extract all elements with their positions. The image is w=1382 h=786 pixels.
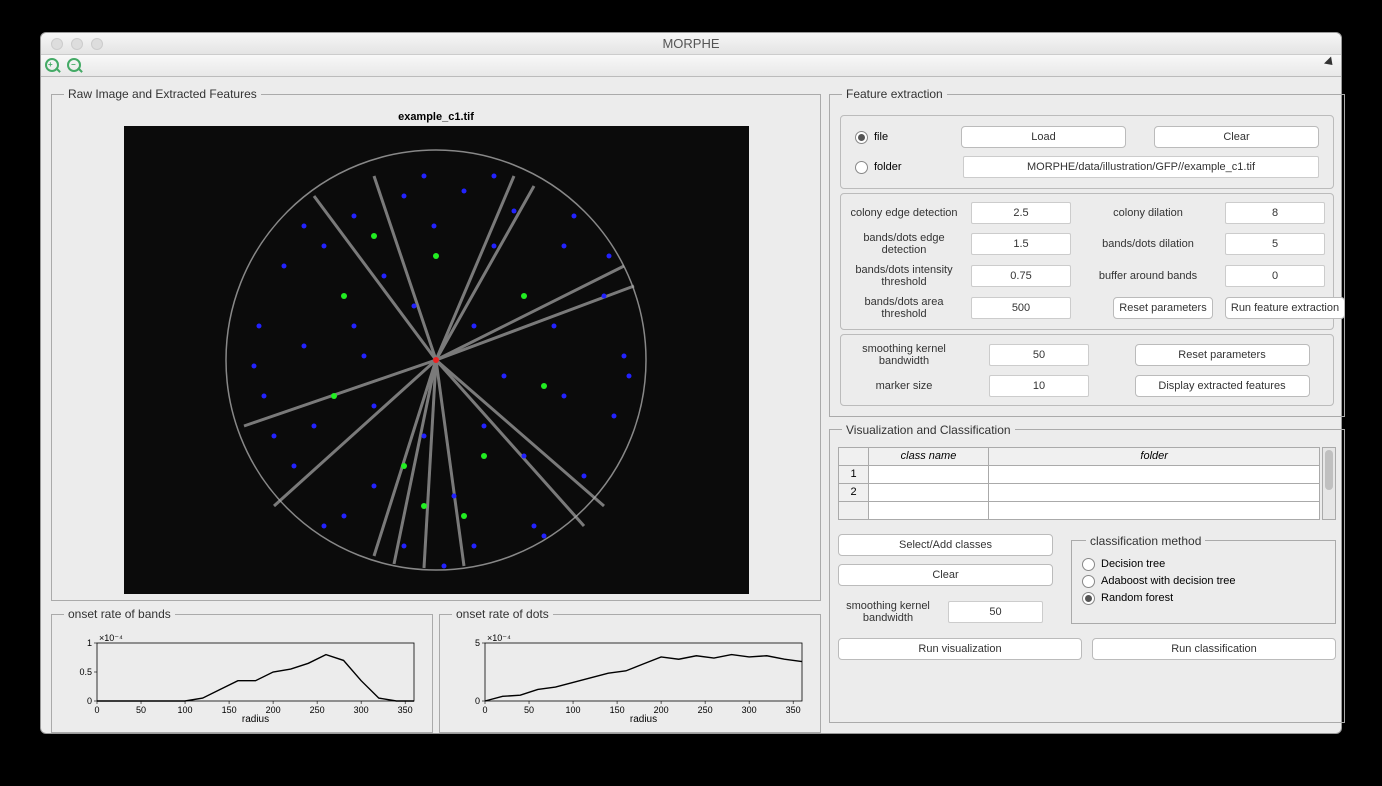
adaboost-radio[interactable]: Adaboost with decision tree [1082, 575, 1325, 588]
clear-button[interactable]: Clear [1154, 126, 1319, 148]
bd-edge-input[interactable] [971, 233, 1071, 255]
load-button[interactable]: Load [961, 126, 1126, 148]
svg-text:1: 1 [87, 638, 92, 648]
table-row [839, 501, 1320, 519]
svg-text:0: 0 [87, 696, 92, 706]
app-window: MORPHE + − Raw Image and Extracted Featu… [40, 32, 1342, 734]
folder-radio-label: folder [874, 161, 902, 173]
bd-intensity-input[interactable] [971, 265, 1071, 287]
svg-text:50: 50 [136, 705, 146, 715]
svg-text:radius: radius [630, 714, 657, 723]
run-extraction-button[interactable]: Run feature extraction [1225, 297, 1345, 319]
marker-label: marker size [849, 380, 959, 392]
raw-image-legend: Raw Image and Extracted Features [64, 87, 261, 101]
svg-text:100: 100 [566, 705, 581, 715]
dots-chart-panel: onset rate of dots 050100150200250300350… [439, 607, 821, 733]
table-row: 2 [839, 483, 1320, 501]
colony-edge-input[interactable] [971, 202, 1071, 224]
bd-dilation-label: bands/dots dilation [1083, 238, 1213, 250]
visualization-panel: Visualization and Classification class n… [829, 423, 1345, 723]
bd-area-input[interactable] [971, 297, 1071, 319]
bd-intensity-label: bands/dots intensity threshold [849, 264, 959, 288]
svg-text:100: 100 [178, 705, 193, 715]
rf-radio[interactable]: Random forest [1082, 592, 1325, 605]
path-input[interactable] [963, 156, 1319, 178]
svg-text:0: 0 [482, 705, 487, 715]
bands-chart-panel: onset rate of bands 05010015020025030035… [51, 607, 433, 733]
svg-text:250: 250 [698, 705, 713, 715]
kernel-label: smoothing kernel bandwidth [849, 343, 959, 367]
svg-text:0: 0 [94, 705, 99, 715]
svg-text:0.5: 0.5 [79, 667, 92, 677]
dots-chart[interactable]: 05010015020025030035005×10⁻⁴radius [448, 631, 812, 723]
svg-text:5: 5 [475, 638, 480, 648]
vis-kernel-label: smoothing kernel bandwidth [838, 600, 938, 624]
bd-area-label: bands/dots area threshold [849, 296, 959, 320]
th-folder: folder [989, 447, 1320, 465]
file-radio[interactable]: file [855, 131, 888, 144]
file-radio-label: file [874, 131, 888, 143]
svg-text:250: 250 [310, 705, 325, 715]
window-title: MORPHE [41, 36, 1341, 51]
run-classification-button[interactable]: Run classification [1092, 638, 1336, 660]
folder-radio[interactable]: folder [855, 161, 902, 174]
classification-method-panel: classification method Decision tree Adab… [1071, 534, 1336, 624]
svg-text:150: 150 [610, 705, 625, 715]
reset-params-button[interactable]: Reset parameters [1113, 297, 1213, 319]
dtree-radio[interactable]: Decision tree [1082, 558, 1325, 571]
clear-classes-button[interactable]: Clear [838, 564, 1053, 586]
th-classname: class name [869, 447, 989, 465]
dots-chart-legend: onset rate of dots [452, 607, 553, 621]
svg-text:50: 50 [524, 705, 534, 715]
visualization-legend: Visualization and Classification [842, 423, 1015, 437]
display-features-button[interactable]: Display extracted features [1135, 375, 1310, 397]
svg-text:×10⁻⁴: ×10⁻⁴ [99, 633, 123, 643]
buffer-label: buffer around bands [1083, 270, 1213, 282]
svg-text:×10⁻⁴: ×10⁻⁴ [487, 633, 511, 643]
marker-input[interactable] [989, 375, 1089, 397]
svg-text:radius: radius [242, 714, 269, 723]
svg-text:350: 350 [398, 705, 413, 715]
svg-text:150: 150 [222, 705, 237, 715]
image-filename: example_c1.tif [60, 111, 812, 123]
colony-dilation-label: colony dilation [1083, 207, 1213, 219]
svg-text:300: 300 [354, 705, 369, 715]
table-row: 1 [839, 465, 1320, 483]
select-classes-button[interactable]: Select/Add classes [838, 534, 1053, 556]
run-visualization-button[interactable]: Run visualization [838, 638, 1082, 660]
bd-edge-label: bands/dots edge detection [849, 232, 959, 256]
toolbar: + − [41, 55, 1341, 77]
bands-chart-legend: onset rate of bands [64, 607, 175, 621]
table-scrollbar[interactable] [1322, 447, 1336, 520]
zoom-in-icon[interactable]: + [45, 58, 61, 74]
raw-image-panel: Raw Image and Extracted Features example… [51, 87, 821, 601]
svg-text:300: 300 [742, 705, 757, 715]
svg-text:350: 350 [786, 705, 801, 715]
feature-extraction-panel: Feature extraction file Load Clear [829, 87, 1345, 417]
titlebar: MORPHE [41, 33, 1341, 55]
kernel-input[interactable] [989, 344, 1089, 366]
bands-chart[interactable]: 05010015020025030035000.51×10⁻⁴radius [60, 631, 424, 723]
menu-dropdown-icon[interactable] [1324, 56, 1336, 68]
reset-display-button[interactable]: Reset parameters [1135, 344, 1310, 366]
buffer-input[interactable] [1225, 265, 1325, 287]
raw-image-display[interactable] [124, 126, 749, 594]
vis-kernel-input[interactable] [948, 601, 1043, 623]
feature-extraction-legend: Feature extraction [842, 87, 947, 101]
colony-edge-label: colony edge detection [849, 207, 959, 219]
svg-text:0: 0 [475, 696, 480, 706]
bd-dilation-input[interactable] [1225, 233, 1325, 255]
zoom-out-icon[interactable]: − [67, 58, 83, 74]
class-table[interactable]: class name folder 1 2 [838, 447, 1320, 520]
method-legend: classification method [1086, 534, 1205, 548]
colony-dilation-input[interactable] [1225, 202, 1325, 224]
